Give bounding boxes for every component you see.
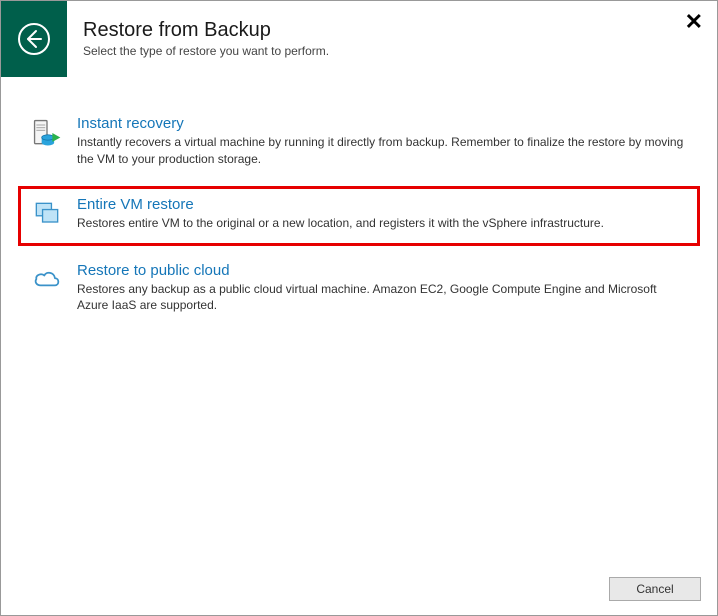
page-title: Restore from Backup [83,19,717,42]
instant-recovery-icon [29,117,65,153]
option-text: Instant recovery Instantly recovers a vi… [77,115,689,168]
option-title: Entire VM restore [77,196,689,213]
option-title: Restore to public cloud [77,262,689,279]
cancel-button[interactable]: Cancel [609,577,701,601]
restore-wizard-window: Restore from Backup Select the type of r… [0,0,718,616]
page-subtitle: Select the type of restore you want to p… [83,44,717,58]
wizard-footer: Cancel [609,577,701,601]
option-description: Instantly recovers a virtual machine by … [77,134,689,168]
option-description: Restores any backup as a public cloud vi… [77,281,689,315]
option-entire-vm-restore[interactable]: Entire VM restore Restores entire VM to … [18,186,700,246]
option-text: Entire VM restore Restores entire VM to … [77,196,689,232]
option-instant-recovery[interactable]: Instant recovery Instantly recovers a vi… [21,105,697,180]
close-icon: ✕ [685,9,703,34]
entire-vm-restore-icon [29,198,65,234]
cloud-icon [29,264,65,300]
back-button[interactable] [1,1,67,77]
option-text: Restore to public cloud Restores any bac… [77,262,689,315]
close-button[interactable]: ✕ [685,11,703,33]
option-description: Restores entire VM to the original or a … [77,215,689,232]
option-restore-public-cloud[interactable]: Restore to public cloud Restores any bac… [21,252,697,327]
wizard-header: Restore from Backup Select the type of r… [1,1,717,77]
restore-options-list: Instant recovery Instantly recovers a vi… [1,77,717,326]
option-title: Instant recovery [77,115,689,132]
header-text-block: Restore from Backup Select the type of r… [67,1,717,58]
back-arrow-icon [16,21,52,57]
